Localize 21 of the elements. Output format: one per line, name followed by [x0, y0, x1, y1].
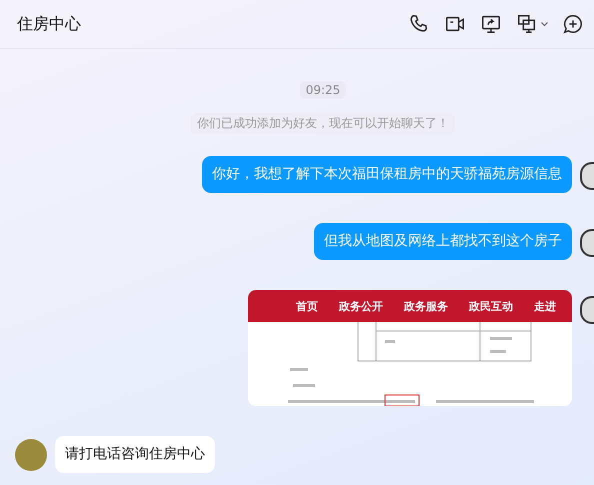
- message-bubble: 但我从地图及网络上都找不到这个房子: [314, 223, 572, 260]
- nav-link: 走进: [534, 298, 556, 314]
- message-time: 09:25: [300, 81, 346, 99]
- add-chat-icon: [562, 13, 584, 35]
- message-bubble: 你好，我想了解下本次福田保租房中的天骄福苑房源信息: [202, 156, 572, 193]
- add-button[interactable]: [562, 13, 584, 35]
- screenshot-image[interactable]: 首页 政务公开 政务服务 政民互动 走进: [248, 290, 572, 406]
- nav-link: 首页: [296, 298, 318, 314]
- message-bubble: 请打电话咨询住房中心: [55, 436, 215, 473]
- system-notice: 你们已成功添加为好友，现在可以开始聊天了！: [191, 113, 455, 134]
- screen-button[interactable]: [516, 13, 548, 35]
- avatar[interactable]: [580, 296, 594, 324]
- nav-link: 政民互动: [469, 298, 513, 314]
- nav-link: 政务服务: [404, 298, 448, 314]
- window-title: 住房中心: [17, 14, 82, 34]
- screen-share-icon: [480, 13, 502, 35]
- share-button[interactable]: [480, 13, 502, 35]
- avatar[interactable]: [580, 162, 594, 190]
- nav-link: 政务公开: [339, 298, 383, 314]
- screens-icon: [516, 13, 538, 35]
- avatar[interactable]: [580, 229, 594, 257]
